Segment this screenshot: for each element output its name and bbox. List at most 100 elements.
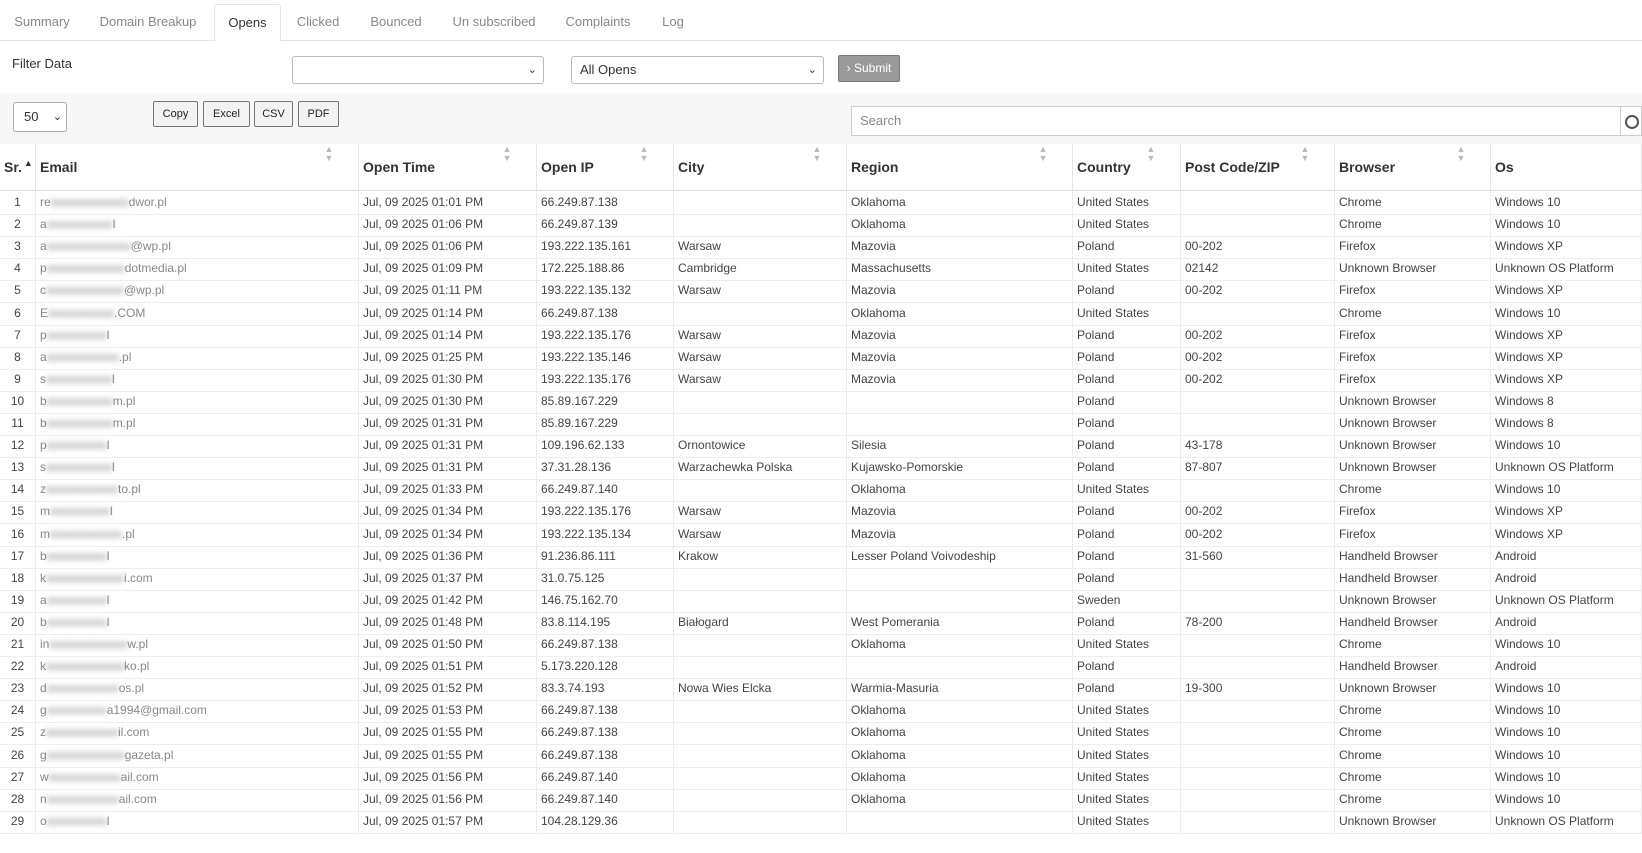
cell-os: Windows 10 bbox=[1491, 677, 1642, 701]
email-redacted: xxxxxxxxxxx bbox=[46, 217, 113, 232]
pdf-button[interactable]: PDF bbox=[298, 101, 339, 127]
email-redacted: xxxxxxxxxxxx bbox=[46, 791, 119, 806]
column-header-label: Open IP bbox=[541, 159, 594, 175]
column-header-country[interactable]: Country ▲▼ bbox=[1073, 144, 1181, 190]
cell-open-ip: 193.222.135.146 bbox=[537, 345, 674, 369]
email-redacted: xxxxxxxxxxxxx bbox=[46, 570, 124, 585]
cell-email: inxxxxxxxxxxxxxw.pl bbox=[36, 633, 359, 656]
csv-button[interactable]: CSV bbox=[254, 101, 293, 127]
column-header-label: City bbox=[678, 159, 705, 175]
column-header-open-time[interactable]: Open Time ▲▼ bbox=[359, 144, 537, 190]
cell-browser: Handheld Browser bbox=[1335, 544, 1491, 568]
column-header-sr[interactable]: Sr. ▲ bbox=[0, 144, 36, 190]
email-suffix: m.pl bbox=[112, 393, 136, 408]
cell-open-ip: 66.249.87.138 bbox=[537, 191, 674, 214]
cell-os: Windows 8 bbox=[1491, 389, 1642, 413]
cell-open-ip: 66.249.87.140 bbox=[537, 765, 674, 789]
filter-select-opens-value: All Opens bbox=[580, 62, 637, 77]
cell-open-ip: 85.89.167.229 bbox=[537, 389, 674, 413]
email-suffix: l bbox=[106, 548, 110, 563]
cell-browser: Chrome bbox=[1335, 787, 1491, 811]
cell-open-time: Jul, 09 2025 01:56 PM bbox=[359, 765, 537, 789]
search-button[interactable] bbox=[1621, 106, 1642, 136]
cell-city: Warzachewka Polska bbox=[674, 456, 847, 480]
column-header-os[interactable]: Os bbox=[1491, 144, 1642, 190]
cell-browser: Firefox bbox=[1335, 345, 1491, 369]
cell-country: Poland bbox=[1073, 566, 1181, 590]
cell-city bbox=[674, 588, 847, 612]
cell-os: Windows XP bbox=[1491, 323, 1642, 347]
tab-complaints[interactable]: Complaints bbox=[558, 4, 638, 40]
tab-unsubscribed[interactable]: Un subscribed bbox=[445, 4, 543, 40]
cell-city: Białogard bbox=[674, 610, 847, 634]
column-header-city[interactable]: City ▲▼ bbox=[674, 144, 847, 190]
column-header-postcode[interactable]: Post Code/ZIP ▲▼ bbox=[1181, 144, 1335, 190]
cell-email: bxxxxxxxxxxxm.pl bbox=[36, 389, 359, 413]
cell-open-time: Jul, 09 2025 01:53 PM bbox=[359, 699, 537, 723]
email-redacted: xxxxxxxxxxxx bbox=[46, 349, 119, 364]
page-size-select[interactable]: 50 ⌄ bbox=[13, 102, 67, 132]
sort-asc-icon: ▲ bbox=[23, 158, 33, 168]
cell-postcode: 00-202 bbox=[1181, 323, 1335, 347]
email-suffix: l bbox=[112, 371, 115, 386]
email-redacted: xxxxxxxxxxxx bbox=[46, 482, 118, 497]
cell-country: United States bbox=[1073, 809, 1181, 833]
sort-icon: ▲▼ bbox=[1456, 144, 1466, 162]
cell-open-time: Jul, 09 2025 01:37 PM bbox=[359, 566, 537, 590]
tab-bounced[interactable]: Bounced bbox=[361, 4, 431, 40]
cell-sr: 2 bbox=[0, 213, 36, 237]
column-header-open-ip[interactable]: Open IP ▲▼ bbox=[537, 144, 674, 190]
email-redacted: xxxxxxxxxx bbox=[46, 614, 107, 629]
email-redacted: xxxxxxxxxxxxxx bbox=[46, 239, 131, 254]
column-header-browser[interactable]: Browser ▲▼ bbox=[1335, 144, 1491, 190]
tab-log[interactable]: Log bbox=[652, 4, 694, 40]
cell-os: Android bbox=[1491, 610, 1642, 634]
cell-postcode: 00-202 bbox=[1181, 345, 1335, 369]
filter-select-opens[interactable]: All Opens ⌄ bbox=[571, 56, 824, 84]
submit-button[interactable]: › Submit bbox=[838, 55, 900, 82]
cell-postcode: 78-200 bbox=[1181, 610, 1335, 634]
cell-region: Oklahoma bbox=[847, 301, 1073, 325]
cell-sr: 6 bbox=[0, 301, 36, 325]
cell-os: Windows 10 bbox=[1491, 633, 1642, 656]
cell-region: Mazovia bbox=[847, 323, 1073, 347]
cell-postcode: 02142 bbox=[1181, 257, 1335, 281]
excel-button[interactable]: Excel bbox=[203, 101, 250, 127]
cell-os: Windows 10 bbox=[1491, 301, 1642, 325]
cell-region: Mazovia bbox=[847, 345, 1073, 369]
tab-clicked[interactable]: Clicked bbox=[287, 4, 349, 40]
cell-city bbox=[674, 809, 847, 833]
cell-open-ip: 193.222.135.134 bbox=[537, 522, 674, 546]
tab-summary[interactable]: Summary bbox=[0, 4, 84, 40]
column-header-region[interactable]: Region ▲▼ bbox=[847, 144, 1073, 190]
cell-browser: Chrome bbox=[1335, 633, 1491, 656]
cell-city bbox=[674, 412, 847, 435]
cell-os: Windows 10 bbox=[1491, 787, 1642, 811]
tab-opens[interactable]: Opens bbox=[214, 4, 281, 42]
copy-button[interactable]: Copy bbox=[153, 101, 198, 127]
cell-open-ip: 104.28.129.36 bbox=[537, 809, 674, 833]
cell-os: Windows 10 bbox=[1491, 721, 1642, 745]
cell-open-ip: 193.222.135.161 bbox=[537, 235, 674, 259]
cell-postcode: 00-202 bbox=[1181, 367, 1335, 391]
tab-domain-breakup[interactable]: Domain Breakup bbox=[88, 4, 208, 40]
cell-sr: 22 bbox=[0, 655, 36, 679]
search-icon bbox=[1625, 115, 1639, 129]
cell-browser: Firefox bbox=[1335, 279, 1491, 303]
cell-email: gxxxxxxxxxxa1994@gmail.com bbox=[36, 699, 359, 723]
search-input[interactable]: Search bbox=[851, 106, 1621, 136]
cell-region: Oklahoma bbox=[847, 721, 1073, 745]
filter-select-campaign[interactable]: ⌄ bbox=[292, 56, 544, 84]
cell-postcode bbox=[1181, 478, 1335, 502]
column-header-email[interactable]: Email ▲▼ bbox=[36, 144, 359, 190]
cell-region: Mazovia bbox=[847, 235, 1073, 259]
email-prefix: m bbox=[40, 526, 50, 541]
cell-open-time: Jul, 09 2025 01:09 PM bbox=[359, 257, 537, 281]
cell-os: Windows XP bbox=[1491, 500, 1642, 524]
email-redacted: xxxxxxxxxxx bbox=[46, 416, 113, 430]
cell-browser: Unknown Browser bbox=[1335, 588, 1491, 612]
cell-postcode: 31-560 bbox=[1181, 544, 1335, 568]
cell-region: Mazovia bbox=[847, 500, 1073, 524]
cell-email: rexxxxxxxxxxxxxdwor.pl bbox=[36, 191, 359, 214]
cell-sr: 1 bbox=[0, 191, 36, 214]
